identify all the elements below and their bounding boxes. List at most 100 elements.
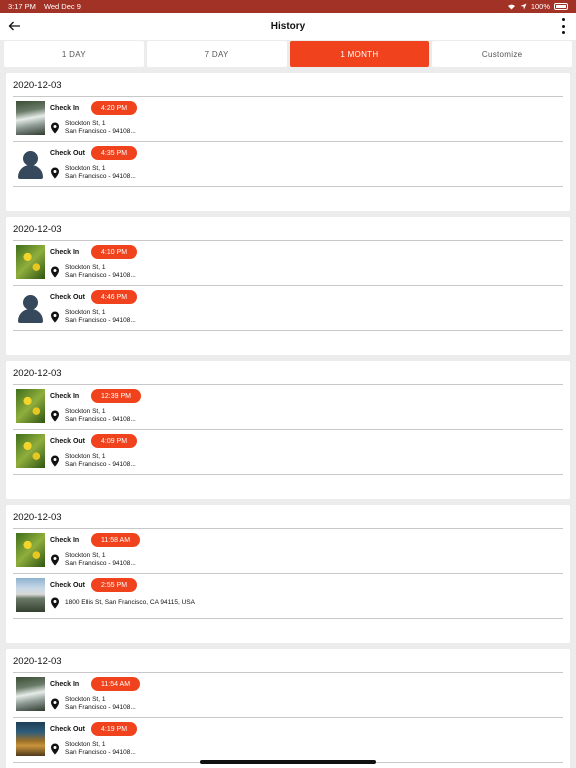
entry-type: Check Out <box>50 437 86 445</box>
entry-type: Check Out <box>50 725 86 733</box>
tab-1-day[interactable]: 1 DAY <box>4 41 144 67</box>
history-list: 2020-12-03 Check In 4:20 PM Stockton St, … <box>6 73 570 768</box>
entry-type: Check In <box>50 248 80 256</box>
address-line-2: San Francisco - 94108... <box>65 749 136 756</box>
location-pin-icon <box>51 122 59 134</box>
battery-percent: 100% <box>530 2 550 11</box>
history-entry[interactable]: Check In 4:20 PM Stockton St, 1 San Franci… <box>13 97 563 142</box>
card-date: 2020-12-03 <box>13 217 563 241</box>
history-entry[interactable]: Check In 4:10 PM Stockton St, 1 San Franci… <box>13 241 563 286</box>
status-bar: 3:17 PM Wed Dec 9 100% <box>0 0 576 13</box>
address-line-2: San Francisco - 94108... <box>65 461 136 468</box>
battery-icon <box>554 3 568 10</box>
home-indicator[interactable] <box>200 760 376 764</box>
entry-photo <box>16 434 45 468</box>
history-card: 2020-12-03 Check In 11:54 AM Stockton St,… <box>6 649 570 768</box>
location-pin-icon <box>51 597 59 609</box>
address-line-2: San Francisco - 94108... <box>65 128 136 135</box>
time-badge: 4:20 PM <box>91 101 138 115</box>
address-line-2: San Francisco - 94108... <box>65 317 136 324</box>
history-card: 2020-12-03 Check In 4:10 PM Stockton St, … <box>6 217 570 355</box>
tab-1-month[interactable]: 1 MONTH <box>289 41 430 67</box>
history-card: 2020-12-03 Check In 11:58 AM Stockton St,… <box>6 505 570 643</box>
more-dot-icon <box>561 24 565 28</box>
location-arrow-icon <box>520 3 527 10</box>
entry-type: Check Out <box>50 149 86 157</box>
location-pin-icon <box>51 311 59 323</box>
entry-photo <box>16 722 45 756</box>
more-dot-icon <box>561 18 565 21</box>
entry-type: Check In <box>50 680 80 688</box>
address-line-1: Stockton St, 1 <box>65 309 106 316</box>
location-pin-icon <box>51 743 59 755</box>
address-line-2: San Francisco - 94108... <box>65 173 136 180</box>
status-time: 3:17 PM <box>8 2 36 11</box>
address-line-1: Stockton St, 1 <box>65 696 106 703</box>
entry-photo <box>16 533 45 567</box>
history-entry[interactable]: Check In 11:54 AM Stockton St, 1 San Franc… <box>13 673 563 718</box>
history-entry[interactable]: Check In 12:39 PM Stockton St, 1 San Franc… <box>13 385 563 430</box>
history-entry[interactable]: Check Out 4:46 PM Stockton St, 1 San Franc… <box>13 286 563 331</box>
address-line-1: Stockton St, 1 <box>65 741 106 748</box>
time-badge: 4:10 PM <box>91 245 138 259</box>
entry-photo <box>16 389 45 423</box>
back-arrow-icon <box>8 21 20 31</box>
history-entry[interactable]: Check Out 4:19 PM Stockton St, 1 San Franc… <box>13 718 563 763</box>
back-button[interactable] <box>6 18 22 34</box>
location-pin-icon <box>51 698 59 710</box>
history-card: 2020-12-03 Check In 12:39 PM Stockton St,… <box>6 361 570 499</box>
entry-type: Check In <box>50 536 80 544</box>
address-line-1: Stockton St, 1 <box>65 165 106 172</box>
history-entry[interactable]: Check In 11:58 AM Stockton St, 1 San Franc… <box>13 529 563 574</box>
address-line-2: San Francisco - 94108... <box>65 560 136 567</box>
time-badge: 4:09 PM <box>91 434 138 448</box>
entry-photo <box>16 578 45 612</box>
nav-bar: History <box>0 13 576 40</box>
location-pin-icon <box>51 167 59 179</box>
entry-type: Check In <box>50 104 80 112</box>
tab-customize[interactable]: Customize <box>432 41 572 67</box>
status-date: Wed Dec 9 <box>43 2 81 11</box>
address-line-1: Stockton St, 1 <box>65 264 106 271</box>
address-line-2: San Francisco - 94108... <box>65 272 136 279</box>
time-badge: 11:58 AM <box>91 533 141 547</box>
time-badge: 4:35 PM <box>91 146 138 160</box>
time-badge: 11:54 AM <box>91 677 141 691</box>
time-badge: 4:19 PM <box>91 722 138 736</box>
history-card: 2020-12-03 Check In 4:20 PM Stockton St, … <box>6 73 570 211</box>
wifi-icon <box>507 4 515 10</box>
history-entry[interactable]: Check Out 4:35 PM Stockton St, 1 San Franc… <box>13 142 563 187</box>
entry-photo <box>16 245 45 279</box>
history-entry[interactable]: Check Out 2:55 PM 1800 Ellis St, San Fran… <box>13 574 563 619</box>
location-pin-icon <box>51 554 59 566</box>
address-line-2: San Francisco - 94108... <box>65 416 136 423</box>
card-date: 2020-12-03 <box>13 361 563 385</box>
location-pin-icon <box>51 266 59 278</box>
tab-7-day[interactable]: 7 DAY <box>146 41 287 67</box>
status-right: 100% <box>507 2 568 11</box>
entry-type: Check Out <box>50 581 86 589</box>
more-dot-icon <box>561 31 565 34</box>
page-title: History <box>270 21 306 32</box>
entry-type: Check Out <box>50 293 86 301</box>
address-line-1: Stockton St, 1 <box>65 120 106 127</box>
time-badge: 2:55 PM <box>91 578 138 592</box>
time-badge: 12:39 PM <box>91 389 141 403</box>
history-entry[interactable]: Check Out 4:09 PM Stockton St, 1 San Franc… <box>13 430 563 475</box>
time-badge: 4:46 PM <box>91 290 138 304</box>
card-date: 2020-12-03 <box>13 73 563 97</box>
entry-type: Check In <box>50 392 80 400</box>
address-line-2: San Francisco - 94108... <box>65 704 136 711</box>
more-menu-button[interactable] <box>558 18 568 34</box>
card-date: 2020-12-03 <box>13 649 563 673</box>
location-pin-icon <box>51 410 59 422</box>
avatar-placeholder <box>16 290 45 324</box>
address-line-1: 1800 Ellis St, San Francisco, CA 94115, … <box>65 599 195 606</box>
range-tabs: 1 DAY 7 DAY 1 MONTH Customize <box>4 41 572 67</box>
address-line-1: Stockton St, 1 <box>65 453 106 460</box>
address-line-1: Stockton St, 1 <box>65 408 106 415</box>
avatar-placeholder <box>16 146 45 180</box>
location-pin-icon <box>51 455 59 467</box>
entry-photo <box>16 101 45 135</box>
address-line-1: Stockton St, 1 <box>65 552 106 559</box>
